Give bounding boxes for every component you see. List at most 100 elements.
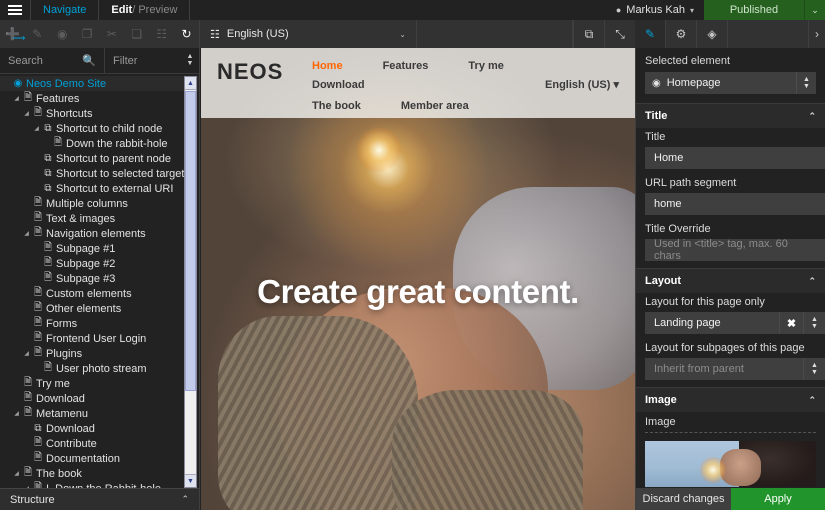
layout-this-page-stepper-up-down-icon[interactable]: ▲▼	[803, 312, 825, 334]
tree-node-forms[interactable]: 🗎Forms	[0, 316, 199, 331]
edit-pencil-icon[interactable]: ✎	[25, 20, 50, 48]
site-nav-try-me[interactable]: Try me	[468, 60, 503, 72]
clear-icon[interactable]: ✖	[779, 312, 803, 334]
tree-node-down-the-rabbit-hole[interactable]: 🗎Down the rabbit-hole	[0, 136, 199, 151]
user-menu[interactable]: ● Markus Kah ▾	[606, 0, 704, 20]
edit-mode-pencil-icon[interactable]: ✎	[635, 20, 666, 48]
shortcut-icon: ⧉	[41, 153, 55, 164]
add-node-icon[interactable]: ➕⟶	[0, 20, 25, 48]
section-header-image[interactable]: Image ⌃	[636, 388, 825, 412]
tree-node-plugins[interactable]: ◢🗎Plugins	[0, 346, 199, 361]
tree-node-other-elements[interactable]: 🗎Other elements	[0, 301, 199, 316]
section-header-title[interactable]: Title ⌃	[636, 104, 825, 128]
settings-gear-icon[interactable]: ⚙	[666, 20, 697, 48]
site-nav-home[interactable]: Home	[312, 60, 343, 72]
fullscreen-icon[interactable]: ⤡	[604, 20, 635, 48]
site-logo[interactable]: NEOS	[217, 48, 312, 92]
publish-button[interactable]: Published	[704, 0, 804, 20]
delete-trash-icon[interactable]: ☷	[149, 20, 174, 48]
selected-element-select[interactable]: ◉ Homepage ▲▼	[645, 72, 816, 94]
tree-node-the-book[interactable]: ◢🗎The book	[0, 466, 199, 481]
image-thumbnail[interactable]	[645, 441, 816, 487]
tree-node-multiple-columns[interactable]: 🗎Multiple columns	[0, 196, 199, 211]
tree-node-download[interactable]: 🗎Download	[0, 391, 199, 406]
cut-scissors-icon[interactable]: ✂	[100, 20, 125, 48]
collapse-inspector-chevron-right-icon[interactable]: ›	[809, 20, 825, 48]
filter-select[interactable]: Filter	[105, 48, 181, 73]
tree-node-subpage-1[interactable]: 🗎Subpage #1	[0, 241, 199, 256]
hero-headline[interactable]: Create great content.	[201, 273, 635, 311]
selected-element-stepper-up-down-icon[interactable]: ▲▼	[796, 72, 816, 94]
tree-node-custom-elements[interactable]: 🗎Custom elements	[0, 286, 199, 301]
expand-collapse-arrow-icon[interactable]: ◢	[22, 350, 31, 357]
site-nav-the-book[interactable]: The book	[312, 100, 361, 112]
tree-node-frontend-user-login[interactable]: 🗎Frontend User Login	[0, 331, 199, 346]
tree-node-contribute[interactable]: 🗎Contribute	[0, 436, 199, 451]
discard-changes-button[interactable]: Discard changes	[636, 488, 731, 510]
expand-collapse-arrow-icon[interactable]: ◢	[12, 470, 21, 477]
expand-collapse-arrow-icon[interactable]: ◢	[12, 410, 21, 417]
site-nav-features[interactable]: Features	[383, 60, 429, 72]
refresh-icon[interactable]: ↻	[174, 20, 199, 48]
language-selector[interactable]: ☷ English (US) ⌄	[200, 20, 417, 48]
paste-icon[interactable]: ❐	[75, 20, 100, 48]
expand-collapse-arrow-icon[interactable]: ◢	[12, 95, 21, 102]
apply-button[interactable]: Apply	[731, 488, 825, 510]
shortcut-icon: ⧉	[41, 183, 55, 194]
tree-node-shortcut-to-external-uri[interactable]: ⧉Shortcut to external URI	[0, 181, 199, 196]
hamburger-menu-icon[interactable]	[0, 0, 30, 20]
expand-collapse-arrow-icon[interactable]: ◢	[22, 110, 31, 117]
expand-collapse-arrow-icon[interactable]: ◢	[32, 125, 41, 132]
selected-element-label: Selected element	[645, 55, 816, 67]
title-input[interactable]: Home	[645, 147, 825, 169]
tree-node-subpage-2[interactable]: 🗎Subpage #2	[0, 256, 199, 271]
tree-node-i-down-the-rabbit-hole[interactable]: ◢🗎I. Down the Rabbit-hole	[0, 481, 199, 488]
user-dimension-icon[interactable]: ◈	[697, 20, 728, 48]
hide-eye-icon[interactable]: ◉	[50, 20, 75, 48]
tree-node-download[interactable]: ⧉Download	[0, 421, 199, 436]
layout-subpages-stepper-up-down-icon[interactable]: ▲▼	[803, 358, 825, 380]
tree-node-features[interactable]: ◢🗎Features	[0, 91, 199, 106]
tree-scrollbar[interactable]: ▲ ▼	[184, 76, 197, 488]
tree-node-shortcuts[interactable]: ◢🗎Shortcuts	[0, 106, 199, 121]
image-dropzone-divider	[645, 432, 816, 433]
tree-node-navigation-elements[interactable]: ◢🗎Navigation elements	[0, 226, 199, 241]
tree-node-neos-demo-site[interactable]: ◉Neos Demo Site	[0, 76, 199, 91]
layout-subpages-select[interactable]: Inherit from parent ▲▼	[645, 358, 825, 380]
section-header-layout[interactable]: Layout ⌃	[636, 269, 825, 293]
tab-edit-preview[interactable]: Edit / Preview	[98, 0, 190, 20]
scroll-down-icon[interactable]: ▼	[185, 474, 196, 487]
layout-this-page-select[interactable]: Landing page ✖ ▲▼	[645, 312, 825, 334]
tree-node-shortcut-to-child-node[interactable]: ◢⧉Shortcut to child node	[0, 121, 199, 136]
tree-node-metamenu[interactable]: ◢🗎Metamenu	[0, 406, 199, 421]
search-magnifier-icon[interactable]: 🔍	[82, 54, 96, 67]
title-override-input[interactable]: Used in <title> tag, max. 60 chars	[645, 239, 825, 261]
user-avatar-icon: ●	[616, 5, 621, 15]
expand-collapse-arrow-icon[interactable]: ◢	[22, 485, 31, 488]
tree-node-shortcut-to-selected-target[interactable]: ⧉Shortcut to selected target	[0, 166, 199, 181]
search-input[interactable]: Search 🔍	[0, 48, 105, 73]
filter-stepper-up-down-icon[interactable]: ▲▼	[181, 48, 199, 73]
tree-node-user-photo-stream[interactable]: 🗎User photo stream	[0, 361, 199, 376]
tree-node-subpage-3[interactable]: 🗎Subpage #3	[0, 271, 199, 286]
site-nav-member-area[interactable]: Member area	[401, 100, 469, 112]
content-preview[interactable]: NEOS Home Features Try me Download Engli…	[201, 48, 635, 510]
open-in-new-window-icon[interactable]: ⧉	[573, 20, 604, 48]
tab-navigate[interactable]: Navigate	[30, 0, 98, 20]
structure-panel-toggle[interactable]: Structure ⌃	[0, 488, 199, 510]
tree-node-shortcut-to-parent-node[interactable]: ⧉Shortcut to parent node	[0, 151, 199, 166]
publish-dropdown-chevron-down-icon[interactable]: ⌄	[804, 0, 825, 20]
url-path-segment-input[interactable]: home	[645, 193, 825, 215]
chevron-down-icon: ⌄	[399, 30, 406, 39]
expand-collapse-arrow-icon[interactable]: ◢	[22, 230, 31, 237]
site-nav-download[interactable]: Download	[312, 79, 365, 91]
site-language-switch[interactable]: English (US) ▾	[545, 78, 619, 91]
tree-node-text-images[interactable]: 🗎Text & images	[0, 211, 199, 226]
scrollbar-thumb[interactable]	[185, 91, 196, 391]
tree-node-documentation[interactable]: 🗎Documentation	[0, 451, 199, 466]
copy-icon[interactable]: ❏	[124, 20, 149, 48]
scroll-up-icon[interactable]: ▲	[185, 77, 196, 90]
tree-node-try-me[interactable]: 🗎Try me	[0, 376, 199, 391]
tree-node-label: I. Down the Rabbit-hole	[45, 483, 161, 489]
node-tree[interactable]: ◉Neos Demo Site◢🗎Features◢🗎Shortcuts◢⧉Sh…	[0, 74, 199, 488]
